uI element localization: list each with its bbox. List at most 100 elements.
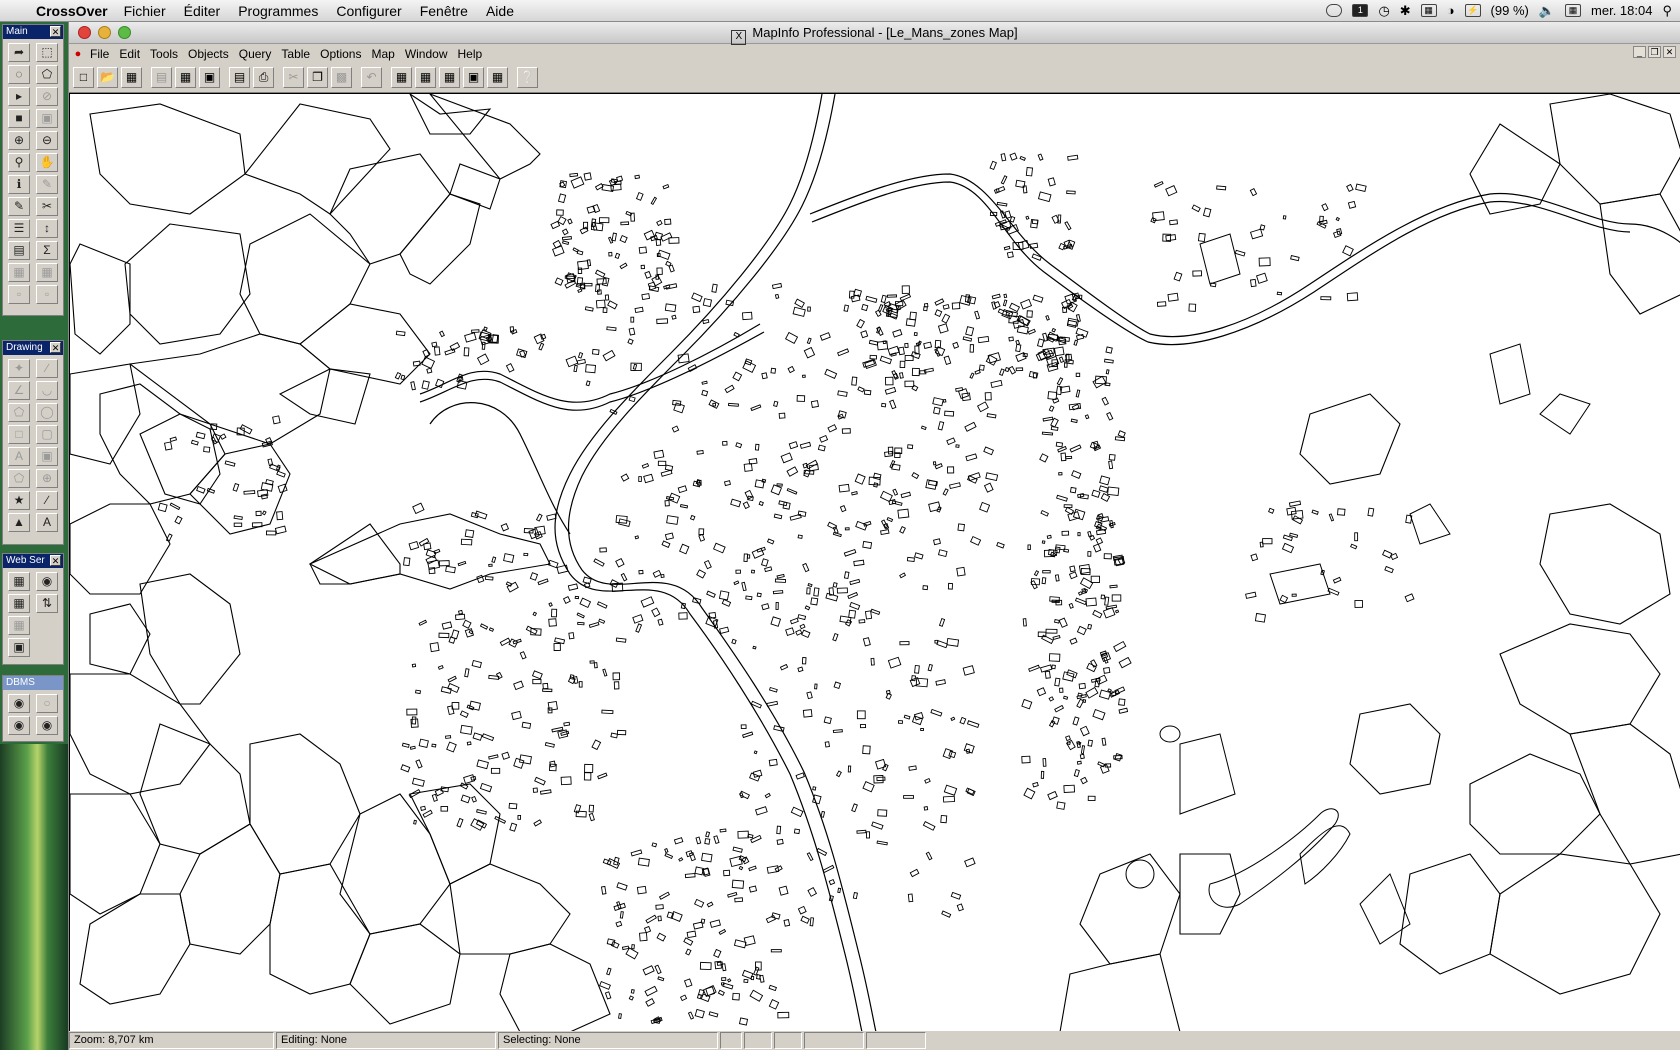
status-selecting[interactable]: Selecting: None xyxy=(498,1032,718,1049)
copy-icon[interactable]: ❐ xyxy=(307,67,328,88)
mdi-close-icon[interactable]: ✕ xyxy=(1663,46,1676,58)
legend-icon[interactable]: ▤ xyxy=(8,241,30,260)
dbms-connection-icon[interactable]: ◉ xyxy=(36,716,58,735)
dbms-palette-title[interactable]: DBMS xyxy=(3,676,63,690)
graph-select-tool[interactable]: ■ xyxy=(8,109,30,128)
menu-tools[interactable]: Tools xyxy=(150,47,178,61)
region-style-tool[interactable]: ▲ xyxy=(8,513,30,532)
map-window[interactable] xyxy=(69,93,1680,1031)
mac-menu-programmes[interactable]: Programmes xyxy=(238,3,318,19)
geocode-icon[interactable]: ▦ xyxy=(8,594,30,613)
symbol-style-tool[interactable]: ★ xyxy=(8,491,30,510)
window-titlebar[interactable]: X MapInfo Professional - [Le_Mans_zones M… xyxy=(69,22,1680,45)
new-layout-icon[interactable]: ▣ xyxy=(463,67,484,88)
new-grapher-icon[interactable]: ▦ xyxy=(439,67,460,88)
select-tool[interactable]: ➦ xyxy=(8,43,30,62)
ellipse-tool[interactable]: ◯ xyxy=(36,403,58,422)
print-icon[interactable]: ⎙ xyxy=(253,67,274,88)
mdi-restore-icon[interactable]: ❐ xyxy=(1648,46,1661,58)
open-folder-icon[interactable]: 📂 xyxy=(97,67,118,88)
map-canvas[interactable] xyxy=(70,94,1680,1031)
clip-region-icon[interactable]: ▫ xyxy=(8,285,30,304)
menu-file[interactable]: File xyxy=(90,47,109,61)
menu-query[interactable]: Query xyxy=(239,47,272,61)
symbol-tool[interactable]: ✦ xyxy=(8,359,30,378)
drag-map-icon[interactable]: ✂ xyxy=(36,197,58,216)
unselect-all-tool[interactable]: ▣ xyxy=(36,109,58,128)
text-style-tool[interactable]: A xyxy=(36,513,58,532)
menu-table[interactable]: Table xyxy=(281,47,310,61)
memory-icon[interactable]: ▦ xyxy=(1420,4,1437,17)
set-target-icon[interactable]: ▫ xyxy=(36,285,58,304)
radius-select-tool[interactable]: ◌ xyxy=(8,65,30,84)
mac-menu-aide[interactable]: Aide xyxy=(486,3,514,19)
save-icon[interactable]: ▤ xyxy=(151,67,172,88)
close-icon[interactable]: ✕ xyxy=(50,342,61,353)
clock[interactable]: mer. 18:04 xyxy=(1591,3,1652,18)
statistics-icon[interactable]: Σ xyxy=(36,241,58,260)
undo-icon[interactable]: ↶ xyxy=(361,67,382,88)
app-menu-crossover[interactable]: CrossOver xyxy=(36,3,108,19)
new-browser-icon[interactable]: ▦ xyxy=(391,67,412,88)
mac-menu-editer[interactable]: Éditer xyxy=(184,3,221,19)
line-style-tool[interactable]: ∕ xyxy=(36,491,58,510)
add-node-tool[interactable]: ⊕ xyxy=(36,469,58,488)
info-icon[interactable]: ℹ xyxy=(8,175,30,194)
line-tool[interactable]: ∕ xyxy=(36,359,58,378)
volume-icon[interactable]: 🔈 xyxy=(1539,3,1555,19)
zoom-out-icon[interactable]: ⊖ xyxy=(36,131,58,150)
layout-icon[interactable]: ▦ xyxy=(36,263,58,282)
open-dbms-table-icon[interactable]: ◉ xyxy=(8,694,30,713)
menu-help[interactable]: Help xyxy=(458,47,483,61)
label-tool-icon[interactable]: ✎ xyxy=(8,197,30,216)
chat-bubble-icon[interactable] xyxy=(1326,4,1343,17)
change-view-icon[interactable]: ⚲ xyxy=(8,153,30,172)
open-workspace-icon[interactable]: ▦ xyxy=(121,67,142,88)
help-pointer-icon[interactable]: ❔ xyxy=(517,67,538,88)
new-mapper-icon[interactable]: ▦ xyxy=(415,67,436,88)
wifi-icon[interactable]: ◑ xyxy=(1447,3,1455,18)
menu-objects[interactable]: Objects xyxy=(188,47,229,61)
polyline-tool[interactable]: ∠ xyxy=(8,381,30,400)
redistrict-icon[interactable]: ▦ xyxy=(487,67,508,88)
close-icon[interactable]: ✕ xyxy=(50,555,61,566)
routing-icon[interactable]: ⇅ xyxy=(36,594,58,613)
text-tool[interactable]: A xyxy=(8,447,30,466)
menu-options[interactable]: Options xyxy=(320,47,361,61)
web-service-3-icon[interactable]: ▦ xyxy=(8,616,30,635)
polygon-select-tool[interactable]: ⬠ xyxy=(36,65,58,84)
save-workspace-icon[interactable]: ▦ xyxy=(175,67,196,88)
map-document-icon[interactable]: ● xyxy=(71,48,85,60)
boundary-select-tool[interactable]: ▸ xyxy=(8,87,30,106)
close-icon[interactable]: ✕ xyxy=(50,26,61,37)
menu-map[interactable]: Map xyxy=(371,47,394,61)
arc-tool[interactable]: ◡ xyxy=(36,381,58,400)
mac-menu-configurer[interactable]: Configurer xyxy=(336,3,401,19)
mac-menu-fichier[interactable]: Fichier xyxy=(124,3,166,19)
ruler-icon[interactable]: ↕ xyxy=(36,219,58,238)
cut-icon[interactable]: ✂ xyxy=(283,67,304,88)
reshape-tool[interactable]: ⬠ xyxy=(8,469,30,488)
dbms-world-icon[interactable]: ◉ xyxy=(8,716,30,735)
spotlight-search-icon[interactable]: ⚲ xyxy=(1662,3,1672,19)
rounded-rectangle-tool[interactable]: ▢ xyxy=(36,425,58,444)
calendar-icon[interactable]: ▦ xyxy=(1565,4,1582,17)
zoom-in-icon[interactable]: ⊕ xyxy=(8,131,30,150)
web-service-4-icon[interactable]: ▣ xyxy=(8,638,30,657)
open-dbms-icon[interactable]: ▣ xyxy=(199,67,220,88)
refresh-dbms-icon[interactable]: ○ xyxy=(36,694,58,713)
marquee-select-tool[interactable]: ⬚ xyxy=(36,43,58,62)
wms-icon[interactable]: ▦ xyxy=(8,572,30,591)
main-palette-title[interactable]: Main ✕ xyxy=(3,25,63,39)
hotlink-icon[interactable]: ✎ xyxy=(36,175,58,194)
menu-edit[interactable]: Edit xyxy=(119,47,140,61)
invert-selection-tool[interactable]: ⊘ xyxy=(36,87,58,106)
graph-icon[interactable]: ▦ xyxy=(8,263,30,282)
polygon-tool[interactable]: ⬠ xyxy=(8,403,30,422)
web-services-palette-title[interactable]: Web Ser ✕ xyxy=(3,554,63,568)
new-document-icon[interactable]: □ xyxy=(73,67,94,88)
status-menu-icon[interactable]: 1 xyxy=(1352,4,1369,17)
time-machine-icon[interactable]: ◷ xyxy=(1378,3,1389,19)
mac-menu-fenetre[interactable]: Fenêtre xyxy=(420,3,468,19)
paste-icon[interactable]: ▩ xyxy=(331,67,352,88)
